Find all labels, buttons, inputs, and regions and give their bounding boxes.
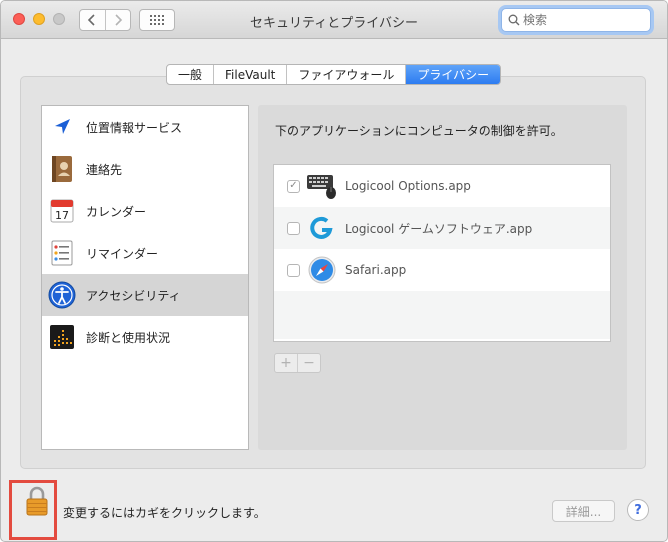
- title-bar: セキュリティとプライバシー: [1, 1, 667, 39]
- list-item: Logicool ゲームソフトウェア.app: [274, 207, 610, 249]
- app-name: Safari.app: [345, 263, 407, 277]
- lock-highlight: [9, 480, 57, 540]
- permission-description: 下のアプリケーションにコンピュータの制御を許可。: [275, 124, 563, 138]
- sidebar-item-label: 連絡先: [86, 162, 123, 177]
- tab-firewall[interactable]: ファイアウォール: [286, 65, 405, 84]
- preferences-window: セキュリティとプライバシー 一般 FileVault ファイアウォール プライバ…: [0, 0, 668, 542]
- app-name: Logicool Options.app: [345, 179, 471, 193]
- sidebar-item-reminders[interactable]: リマインダー: [42, 232, 248, 274]
- search-input[interactable]: [523, 13, 643, 27]
- privacy-category-list: 位置情報サービス 連絡先 17 カレンダー リマインダー アクセシビリティ 診断…: [41, 105, 249, 450]
- location-arrow-icon: [48, 113, 76, 141]
- sidebar-item-accessibility[interactable]: アクセシビリティ: [42, 274, 248, 316]
- calendar-icon: 17: [48, 197, 76, 225]
- sidebar-item-label: カレンダー: [86, 204, 147, 219]
- list-item: ✓ Logicool Options.app: [274, 165, 610, 207]
- sidebar-item-contacts[interactable]: 連絡先: [42, 148, 248, 190]
- safari-compass-icon: [306, 254, 338, 286]
- keyboard-mouse-icon: [306, 170, 338, 202]
- accessibility-person-icon: [48, 281, 76, 309]
- sidebar-item-label: アクセシビリティ: [86, 288, 181, 303]
- app-checkbox[interactable]: ✓: [287, 179, 300, 193]
- add-remove-control: + −: [274, 353, 321, 373]
- reminders-list-icon: [48, 239, 76, 267]
- sidebar-item-calendar[interactable]: 17 カレンダー: [42, 190, 248, 232]
- sidebar-item-label: リマインダー: [86, 246, 159, 261]
- tab-bar: 一般 FileVault ファイアウォール プライバシー: [166, 64, 502, 85]
- search-field[interactable]: [501, 8, 651, 32]
- sidebar-item-label: 位置情報サービス: [86, 120, 183, 135]
- help-button[interactable]: ?: [627, 499, 649, 521]
- lock-icon[interactable]: [26, 486, 48, 519]
- sidebar-item-diagnostics[interactable]: 診断と使用状況: [42, 316, 248, 358]
- list-item: Safari.app: [274, 249, 610, 291]
- sidebar-item-label: 診断と使用状況: [86, 330, 171, 345]
- tab-privacy[interactable]: プライバシー: [405, 65, 501, 84]
- tab-general[interactable]: 一般: [167, 65, 213, 84]
- app-checkbox[interactable]: [287, 221, 300, 235]
- remove-app-button[interactable]: −: [297, 354, 320, 372]
- empty-row: [274, 291, 610, 339]
- contacts-book-icon: [48, 155, 76, 183]
- search-icon: [508, 14, 520, 26]
- app-name: Logicool ゲームソフトウェア.app: [345, 221, 533, 236]
- svg-text:17: 17: [55, 209, 69, 222]
- checkmark-icon: ✓: [289, 180, 298, 191]
- app-list: ✓ Logicool Options.app Logicool ゲームソフトウェ…: [273, 164, 611, 342]
- logicool-g-icon: [306, 212, 338, 244]
- diagnostics-icon: [48, 323, 76, 351]
- lock-instruction: 変更するにはカギをクリックします。: [63, 506, 266, 520]
- app-checkbox[interactable]: [287, 263, 300, 277]
- add-app-button[interactable]: +: [275, 354, 297, 372]
- tab-filevault[interactable]: FileVault: [213, 65, 286, 84]
- advanced-button[interactable]: 詳細...: [552, 500, 615, 522]
- sidebar-item-location-services[interactable]: 位置情報サービス: [42, 106, 248, 148]
